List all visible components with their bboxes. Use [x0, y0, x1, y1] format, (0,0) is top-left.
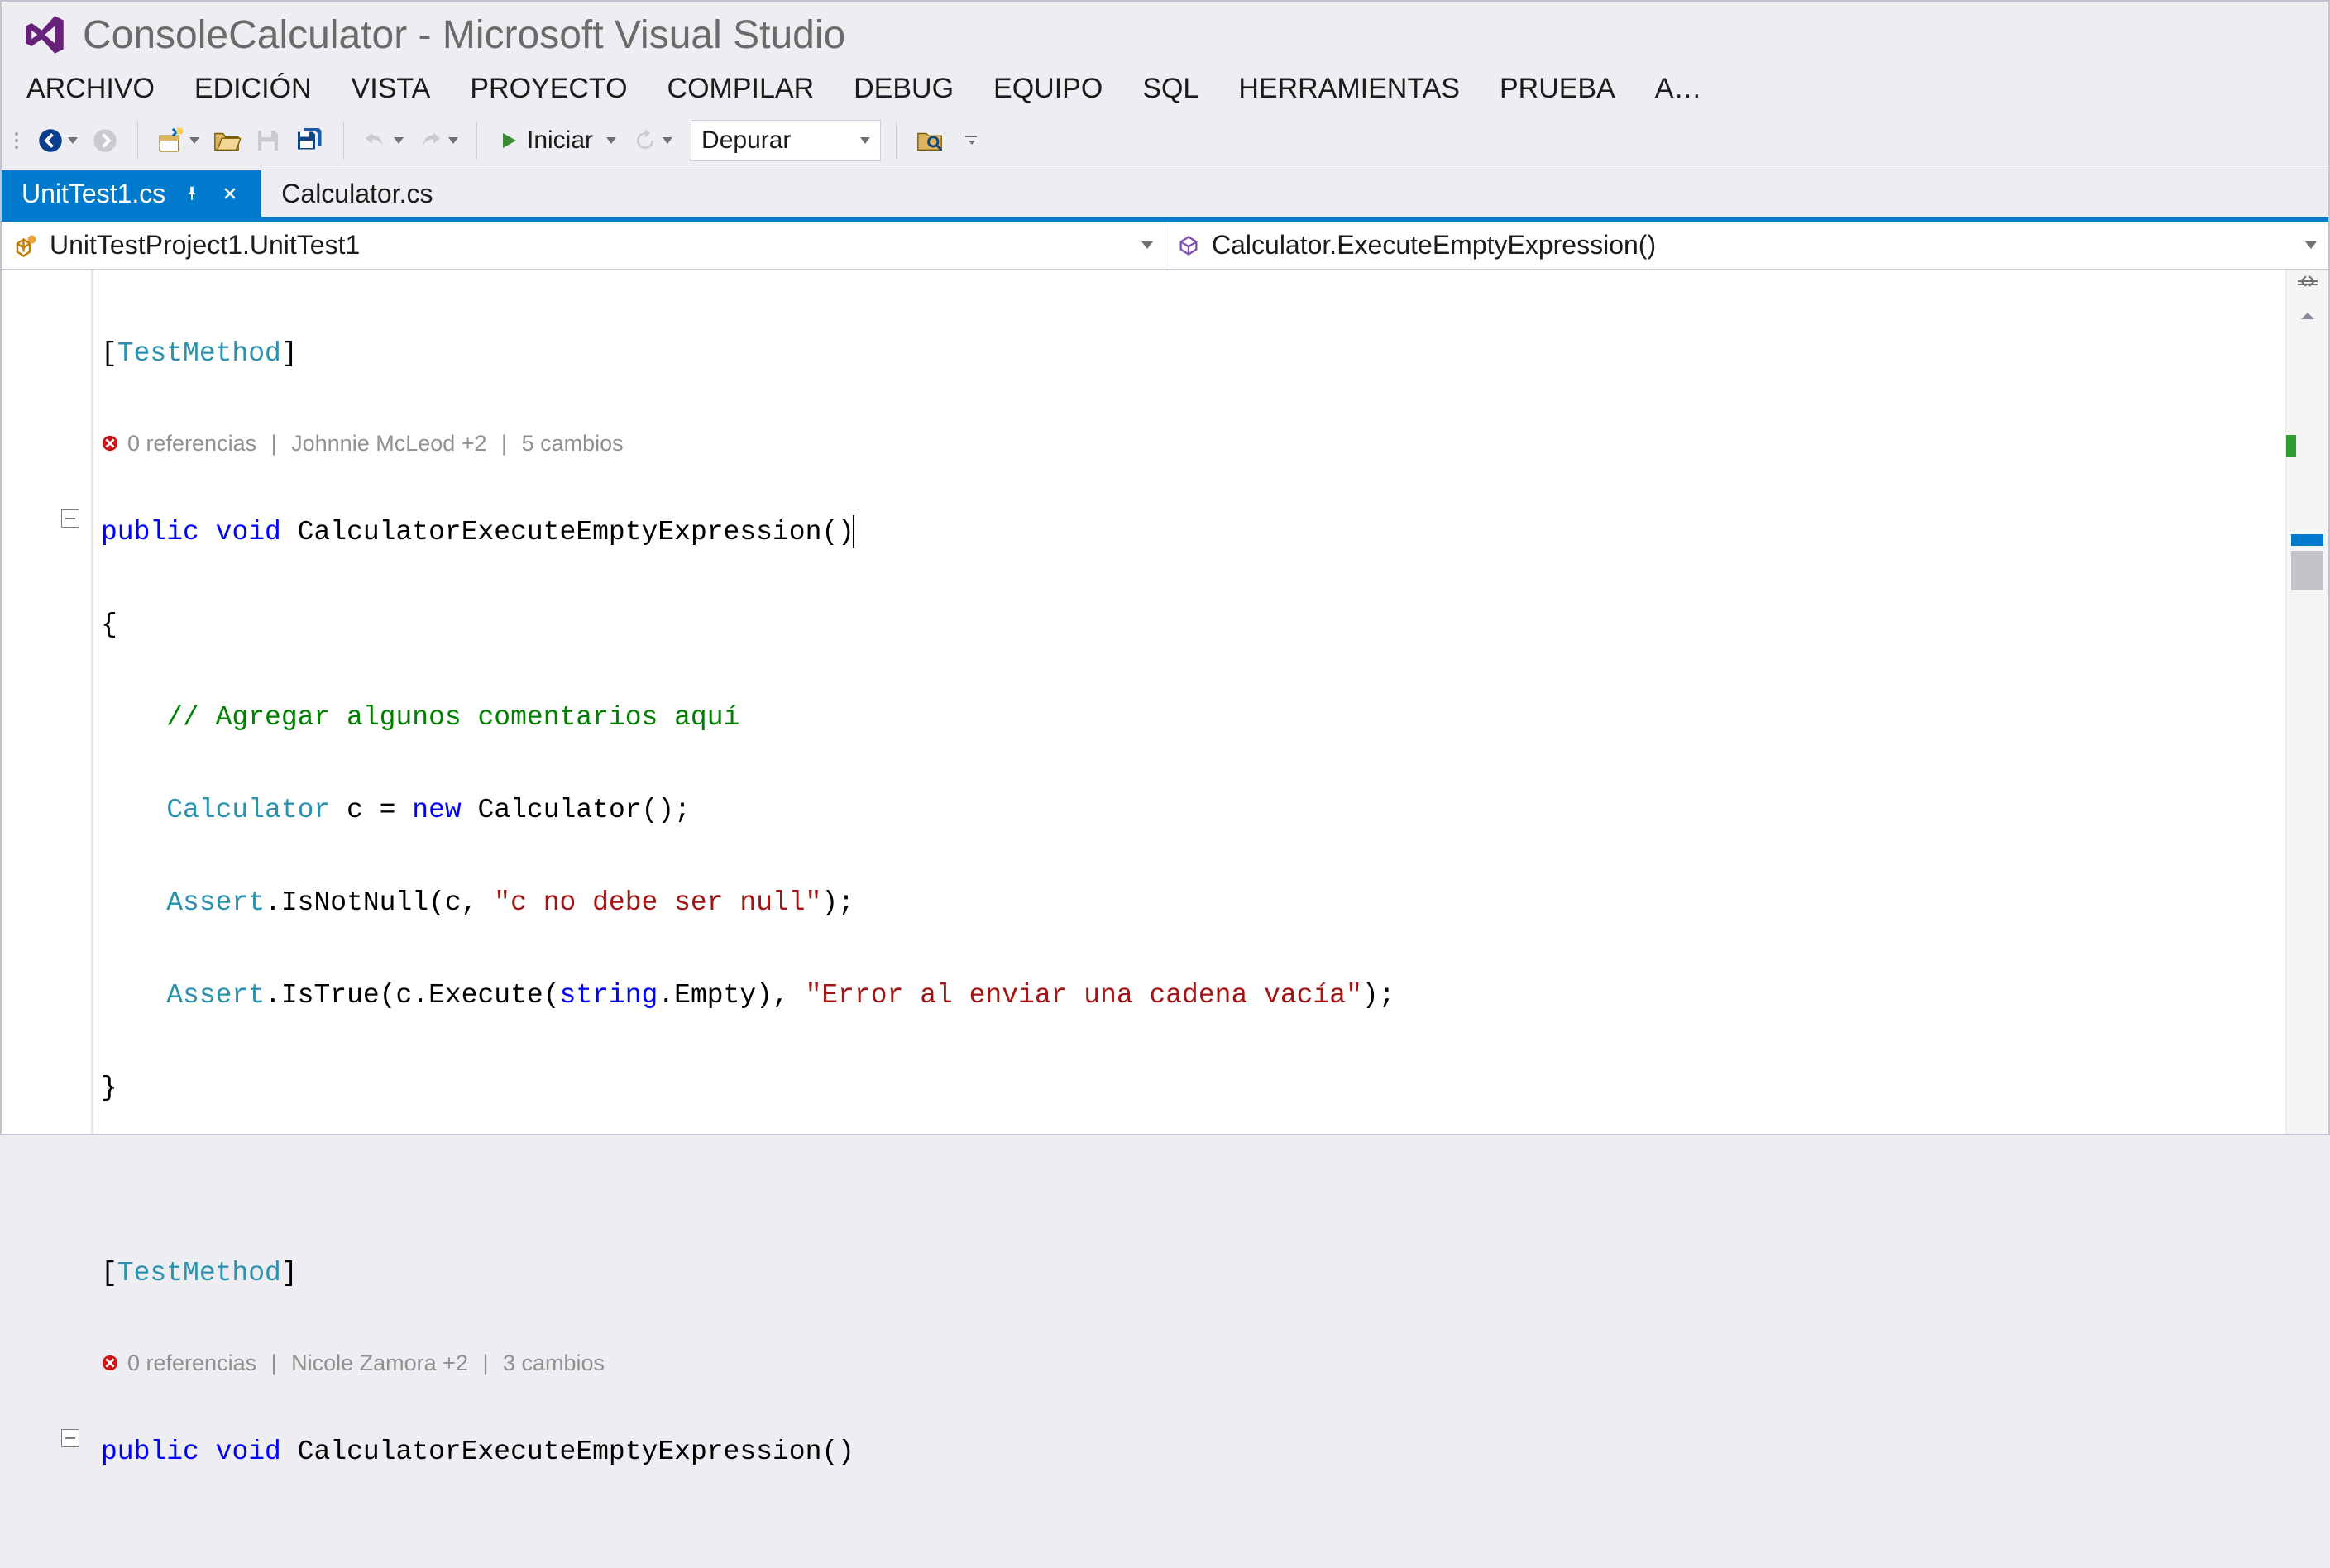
scroll-overview[interactable]	[2285, 270, 2328, 1134]
start-debug-button[interactable]: Iniciar	[492, 127, 623, 155]
tab-unittest1[interactable]: UnitTest1.cs	[2, 170, 261, 217]
error-icon	[101, 434, 119, 452]
toolbar-overflow[interactable]	[954, 123, 989, 158]
menu-debug[interactable]: DEBUG	[854, 73, 954, 105]
refresh-button	[629, 123, 676, 158]
window-title: ConsoleCalculator - Microsoft Visual Stu…	[83, 12, 845, 58]
tab-label: Calculator.cs	[281, 179, 433, 209]
title-bar: ConsoleCalculator - Microsoft Visual Stu…	[2, 2, 2328, 65]
nav-back-button[interactable]	[35, 123, 81, 158]
scrollbar-thumb[interactable]	[2291, 551, 2323, 590]
scroll-up-icon[interactable]	[2286, 303, 2328, 327]
code-content[interactable]: [TestMethod] 0 referencias | Johnnie McL…	[101, 270, 2285, 1134]
menu-archivo[interactable]: ARCHIVO	[26, 73, 155, 105]
find-in-files-button[interactable]	[911, 123, 948, 158]
toolbar: Iniciar Depurar	[2, 117, 2328, 170]
type-nav-label: UnitTestProject1.UnitTest1	[50, 230, 360, 261]
caret-marker	[2291, 534, 2323, 546]
new-project-button[interactable]	[153, 123, 203, 158]
menu-equipo[interactable]: EQUIPO	[993, 73, 1103, 105]
change-marker	[2286, 435, 2296, 457]
navigation-bar: UnitTestProject1.UnitTest1 Calculator.Ex…	[2, 222, 2328, 270]
solution-config-dropdown[interactable]: Depurar	[691, 120, 881, 161]
tab-label: UnitTest1.cs	[22, 179, 165, 209]
method-icon	[1177, 234, 1200, 257]
app-window: ConsoleCalculator - Microsoft Visual Stu…	[0, 0, 2330, 1135]
menu-overflow[interactable]: A…	[1655, 73, 1702, 105]
member-nav-dropdown[interactable]: Calculator.ExecuteEmptyExpression()	[1165, 222, 2328, 269]
vs-logo-icon	[22, 12, 68, 58]
nav-forward-button	[88, 123, 122, 158]
member-nav-label: Calculator.ExecuteEmptyExpression()	[1212, 230, 1656, 261]
undo-button	[359, 123, 407, 158]
document-tab-strip: UnitTest1.cs Calculator.cs	[2, 170, 2328, 217]
close-icon[interactable]	[218, 182, 242, 205]
redo-button	[414, 123, 462, 158]
editor-gutter	[2, 270, 101, 1134]
fold-toggle[interactable]	[61, 1429, 79, 1447]
menu-vista[interactable]: VISTA	[352, 73, 431, 105]
error-icon	[101, 1354, 119, 1372]
menu-sql[interactable]: SQL	[1142, 73, 1198, 105]
codelens-1[interactable]: 0 referencias | Johnnie McLeod +2 | 5 ca…	[101, 423, 2285, 463]
menu-bar: ARCHIVO EDICIÓN VISTA PROYECTO COMPILAR …	[2, 65, 2328, 117]
menu-compilar[interactable]: COMPILAR	[667, 73, 815, 105]
menu-prueba[interactable]: PRUEBA	[1500, 73, 1615, 105]
editor-frame: UnitTestProject1.UnitTest1 Calculator.Ex…	[2, 217, 2328, 1134]
save-all-button[interactable]	[292, 123, 328, 158]
toolbar-grip[interactable]	[15, 132, 22, 149]
pin-icon[interactable]	[180, 182, 203, 205]
menu-edicion[interactable]: EDICIÓN	[194, 73, 312, 105]
menu-proyecto[interactable]: PROYECTO	[470, 73, 627, 105]
fold-toggle[interactable]	[61, 509, 79, 528]
save-button	[251, 123, 285, 158]
class-icon	[13, 233, 38, 258]
tab-calculator[interactable]: Calculator.cs	[261, 170, 452, 217]
split-icon[interactable]	[2294, 273, 2320, 293]
code-editor[interactable]: [TestMethod] 0 referencias | Johnnie McL…	[2, 270, 2328, 1134]
type-nav-dropdown[interactable]: UnitTestProject1.UnitTest1	[2, 222, 1165, 269]
open-file-button[interactable]	[209, 123, 244, 158]
menu-herramientas[interactable]: HERRAMIENTAS	[1238, 73, 1460, 105]
codelens-2[interactable]: 0 referencias | Nicole Zamora +2 | 3 cam…	[101, 1343, 2285, 1383]
